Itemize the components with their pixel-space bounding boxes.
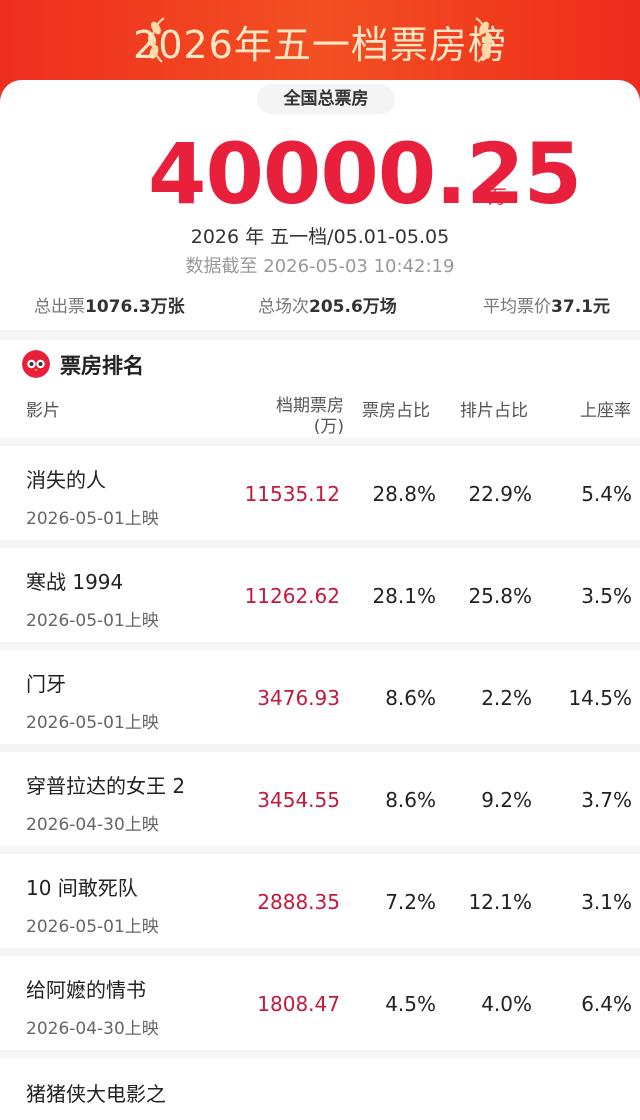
- table-row[interactable]: 10 间敢死队 2026-05-01上映 2888.35 7.2% 12.1% …: [0, 854, 640, 948]
- laurel-right-icon: [475, 17, 493, 63]
- table-row[interactable]: 给阿嬷的情书 2026-04-30上映 1808.47 4.5% 4.0% 6.…: [0, 956, 640, 1050]
- film-box-share: 8.6%: [385, 686, 436, 710]
- total-value: 40000.25: [148, 125, 582, 223]
- stat-shows-label: 总场次: [258, 297, 309, 317]
- film-release-date: 2026-05-01上映: [26, 509, 159, 529]
- column-header-film: 影片: [26, 401, 60, 421]
- film-name: 穿普拉达的女王 2: [26, 774, 186, 798]
- film-box-office: 3476.93: [257, 686, 340, 710]
- total-unit: 万: [488, 186, 508, 208]
- film-screen-share: 4.0%: [481, 992, 532, 1016]
- row-separator: [0, 642, 640, 650]
- film-name: 门牙: [26, 672, 66, 696]
- table-row[interactable]: 猪猪侠大电影之: [0, 1058, 640, 1115]
- film-box-office: 3454.55: [257, 788, 340, 812]
- stat-shows: 总场次205.6万场: [258, 292, 397, 317]
- stat-tickets: 总出票1076.3万张: [34, 292, 185, 317]
- stat-avg-price-label: 平均票价: [483, 297, 552, 317]
- film-box-share: 28.8%: [372, 482, 436, 506]
- stat-shows-value: 205.6万场: [309, 297, 397, 317]
- film-occupancy: 3.7%: [581, 788, 632, 812]
- column-header-screen-share: 排片占比: [460, 401, 528, 421]
- column-header-box-share: 票房占比: [362, 401, 430, 421]
- stat-tickets-label: 总出票: [34, 297, 85, 317]
- film-box-office: 11535.12: [244, 482, 340, 506]
- row-separator: [0, 438, 640, 446]
- film-occupancy: 5.4%: [581, 482, 632, 506]
- stat-tickets-value: 1076.3万张: [85, 297, 185, 317]
- film-screen-share: 12.1%: [468, 890, 532, 914]
- period-text: 2026 年 五一档/05.01-05.05: [190, 226, 450, 248]
- row-separator: [0, 744, 640, 752]
- column-header-occupancy: 上座率: [580, 401, 631, 421]
- row-separator: [0, 1050, 640, 1058]
- film-name: 寒战 1994: [26, 570, 124, 594]
- film-name: 猪猪侠大电影之: [26, 1082, 166, 1106]
- film-name: 给阿嬷的情书: [26, 978, 146, 1002]
- column-header-box-office: 档期票房 (万): [268, 396, 344, 438]
- owl-logo-icon: [22, 350, 50, 378]
- film-box-office: 2888.35: [257, 890, 340, 914]
- stat-avg-price-value: 37.1元: [551, 297, 610, 317]
- updated-time: 数据截至 2026-05-03 10:42:19: [185, 256, 455, 277]
- film-release-date: 2026-05-01上映: [26, 917, 159, 937]
- film-box-office: 1808.47: [257, 992, 340, 1016]
- film-box-office: 11262.62: [244, 584, 340, 608]
- film-release-date: 2026-05-01上映: [26, 611, 159, 631]
- film-occupancy: 3.1%: [581, 890, 632, 914]
- page-title: 2026年五一档票房榜: [133, 23, 507, 67]
- table-row[interactable]: 门牙 2026-05-01上映 3476.93 8.6% 2.2% 14.5%: [0, 650, 640, 744]
- table-row[interactable]: 寒战 1994 2026-05-01上映 11262.62 28.1% 25.8…: [0, 548, 640, 642]
- film-box-share: 8.6%: [385, 788, 436, 812]
- film-occupancy: 3.5%: [581, 584, 632, 608]
- total-label-pill: 全国总票房: [257, 84, 395, 114]
- row-separator: [0, 540, 640, 548]
- table-row[interactable]: 消失的人 2026-05-01上映 11535.12 28.8% 22.9% 5…: [0, 446, 640, 540]
- row-separator: [0, 846, 640, 854]
- column-header-box-office-line1: 档期票房: [276, 396, 344, 416]
- row-separator: [0, 948, 640, 956]
- film-screen-share: 25.8%: [468, 584, 532, 608]
- ranking-title: 票房排名: [60, 354, 144, 378]
- film-name: 消失的人: [26, 468, 106, 492]
- section-divider: [0, 330, 640, 340]
- film-screen-share: 2.2%: [481, 686, 532, 710]
- table-row[interactable]: 穿普拉达的女王 2 2026-04-30上映 3454.55 8.6% 9.2%…: [0, 752, 640, 846]
- film-screen-share: 9.2%: [481, 788, 532, 812]
- column-header-box-office-line2: (万): [313, 417, 344, 437]
- film-release-date: 2026-04-30上映: [26, 815, 159, 835]
- film-box-share: 28.1%: [372, 584, 436, 608]
- film-screen-share: 22.9%: [468, 482, 532, 506]
- film-release-date: 2026-05-01上映: [26, 713, 159, 733]
- film-occupancy: 14.5%: [568, 686, 632, 710]
- film-box-share: 7.2%: [385, 890, 436, 914]
- stat-avg-price: 平均票价37.1元: [483, 292, 610, 317]
- film-box-share: 4.5%: [385, 992, 436, 1016]
- total-box-office: 40000.25 万: [0, 124, 640, 224]
- film-occupancy: 6.4%: [581, 992, 632, 1016]
- film-name: 10 间敢死队: [26, 876, 138, 900]
- film-release-date: 2026-04-30上映: [26, 1019, 159, 1039]
